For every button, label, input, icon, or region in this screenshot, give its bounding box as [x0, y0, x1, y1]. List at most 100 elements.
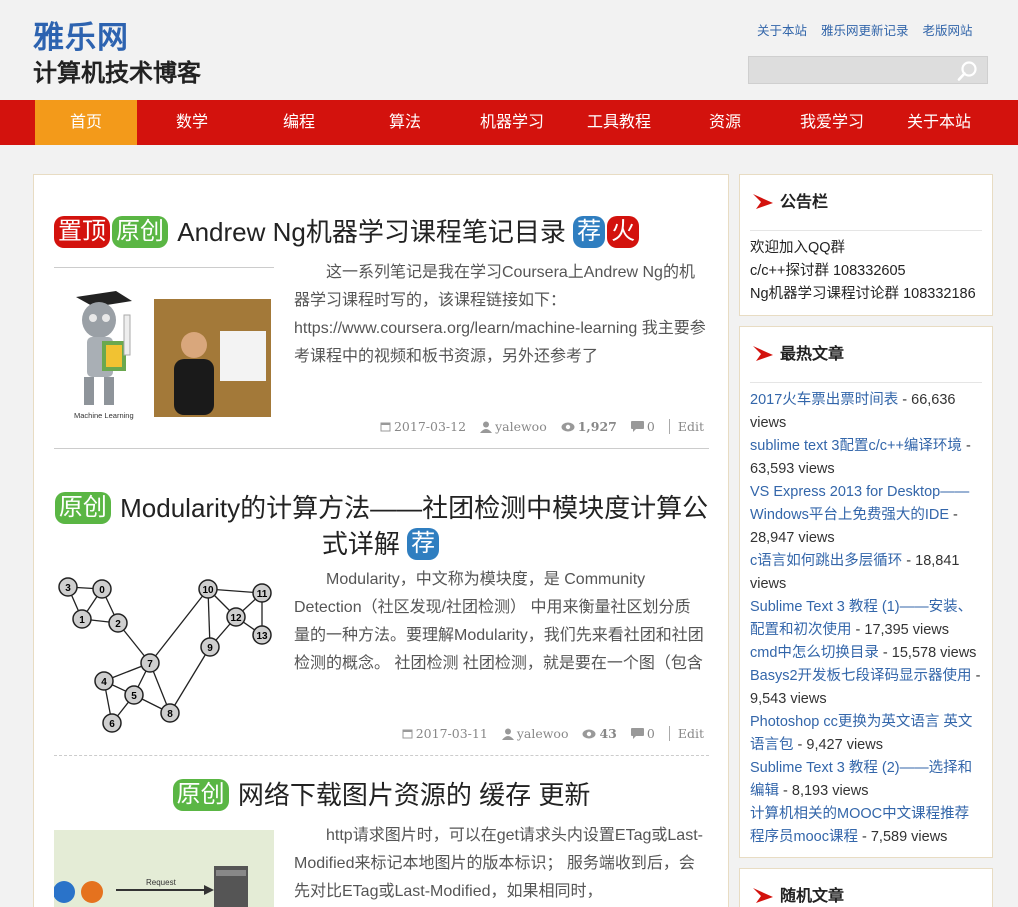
post-thumbnail[interactable]: Machine Learning	[54, 275, 274, 435]
graph-node-label: 11	[257, 589, 268, 600]
hot-post-link[interactable]: 2017火车票出票时间表	[750, 392, 898, 408]
post-views: 1,927	[561, 419, 617, 434]
notice-body: 欢迎加入QQ群 c/c++探讨群 108332605 Ng机器学习课程讨论群 1…	[750, 231, 982, 306]
arrow-icon	[753, 888, 773, 903]
post-meta: 2017-03-11 yalewoo 43 0 Edit	[402, 726, 704, 741]
post-excerpt: http请求图片时，可以在get请求头内设置ETag或Last-Modified…	[294, 827, 703, 900]
top-link-changelog[interactable]: 雅乐网更新记录	[821, 20, 909, 39]
top-link-about[interactable]: 关于本站	[757, 20, 807, 39]
nav-item-love-learning[interactable]: 我爱学习	[781, 100, 883, 145]
comment-icon	[630, 728, 644, 739]
hot-post-views: - 7,589 views	[857, 829, 948, 845]
graph-node-label: 8	[167, 709, 173, 720]
post-date: 2017-03-12	[380, 419, 466, 434]
machine-learning-thumbnail-image: Machine Learning	[54, 275, 274, 435]
search-box	[748, 56, 988, 84]
post-title[interactable]: 原创 网络下载图片资源的 缓存 更新	[54, 776, 709, 812]
hot-posts-widget: 最热文章 2017火车票出票时间表 - 66,636 views sublime…	[739, 326, 993, 858]
post-excerpt: Modularity，中文称为模块度，是 Community Detection…	[294, 571, 704, 672]
post-edit-link[interactable]: Edit	[668, 419, 704, 434]
hot-post-views: - 9,427 views	[793, 737, 883, 753]
hot-post-link[interactable]: VS Express 2013 for Desktop——Windows平台上免…	[750, 484, 969, 523]
post-date-text: 2017-03-11	[415, 726, 488, 741]
post-author[interactable]: yalewoo	[501, 726, 569, 741]
thumbnail-caption: Machine Learning	[74, 411, 134, 420]
badge-original: 原创	[54, 492, 111, 525]
post-comments[interactable]: 0	[630, 419, 655, 434]
post-views-text: 43	[599, 726, 617, 741]
post-title[interactable]: 原创 Modularity的计算方法——社团检测中模块度计算公式详解 荐	[54, 489, 709, 561]
graph-node-label: 9	[207, 643, 213, 654]
notice-line: 欢迎加入QQ群	[750, 240, 846, 256]
list-item: VS Express 2013 for Desktop——Windows平台上免…	[750, 481, 982, 550]
list-item: Basys2开发板七段译码显示器使用 - 9,543 views	[750, 665, 982, 711]
notice-line: c/c++探讨群 108332605	[750, 263, 906, 279]
widget-title-text: 最热文章	[780, 346, 845, 363]
list-item: Sublime Text 3 教程 (1)——安装、配置和初次使用 - 17,3…	[750, 596, 982, 642]
graph-node-label: 4	[101, 677, 107, 688]
hot-post-link[interactable]: c语言如何跳出多层循环	[750, 553, 902, 569]
nav-item-algorithm[interactable]: 算法	[354, 100, 456, 145]
nav-item-tool-tutorials[interactable]: 工具教程	[568, 100, 670, 145]
hot-posts-list: 2017火车票出票时间表 - 66,636 views sublime text…	[750, 383, 982, 849]
graph-node-label: 3	[65, 583, 71, 594]
graph-node-label: 1	[79, 615, 85, 626]
widget-title-text: 随机文章	[780, 888, 845, 905]
search-input[interactable]	[749, 57, 949, 83]
site-name[interactable]: 雅乐网	[33, 12, 129, 57]
post-date: 2017-03-11	[402, 726, 488, 741]
graph-node-label: 2	[115, 619, 121, 630]
user-icon	[480, 421, 493, 433]
post-title-text[interactable]: 网络下载图片资源的 缓存 更新	[238, 780, 590, 810]
widget-title: 最热文章	[750, 327, 982, 383]
badge-hot: 火	[607, 216, 640, 249]
nav-item-machine-learning[interactable]: 机器学习	[461, 100, 563, 145]
widget-title: 公告栏	[750, 175, 982, 231]
user-icon	[501, 728, 514, 740]
hot-post-link[interactable]: Basys2开发板七段译码显示器使用	[750, 668, 972, 684]
post-thumbnail[interactable]: 0 1 2 3 4 5 6 7 8 9 10 11 12 13	[54, 573, 274, 733]
list-item: 计算机相关的MOOC中文课程推荐 程序员mooc课程 - 7,589 views	[750, 803, 982, 849]
list-item: Sublime Text 3 教程 (2)——选择和编辑 - 8,193 vie…	[750, 757, 982, 803]
post-thumbnail[interactable]: Request	[54, 830, 274, 907]
post-title[interactable]: 置顶 原创 Andrew Ng机器学习课程笔记目录 荐火	[54, 213, 709, 249]
post-list: 置顶 原创 Andrew Ng机器学习课程笔记目录 荐火 Machine Lear…	[33, 174, 729, 907]
search-icon[interactable]	[957, 60, 979, 82]
comment-icon	[630, 421, 644, 432]
graph-node-label: 7	[147, 659, 153, 670]
nav-item-programming[interactable]: 编程	[248, 100, 350, 145]
post-title-text[interactable]: Andrew Ng机器学习课程笔记目录	[177, 217, 566, 247]
graph-node-label: 12	[230, 613, 242, 624]
list-item: Photoshop cc更换为英文语言 英文语言包 - 9,427 views	[750, 711, 982, 757]
nav-item-home[interactable]: 首页	[35, 100, 137, 145]
graph-edge	[169, 646, 211, 714]
list-item: 2017火车票出票时间表 - 66,636 views	[750, 389, 982, 435]
post-item: 置顶 原创 Andrew Ng机器学习课程笔记目录 荐火	[54, 213, 709, 249]
post-edit-link[interactable]: Edit	[668, 726, 704, 741]
nav-item-resources[interactable]: 资源	[674, 100, 776, 145]
post-views-text: 1,927	[577, 419, 617, 434]
hot-post-views: - 15,578 views	[878, 645, 977, 661]
badge-pinned: 置顶	[54, 216, 110, 249]
graph-node-label: 6	[109, 719, 115, 730]
badge-recommended: 荐	[573, 216, 606, 249]
divider	[54, 267, 274, 268]
post-author-text: yalewoo	[516, 726, 569, 741]
post-comments-text: 0	[646, 419, 655, 434]
post-comments[interactable]: 0	[630, 726, 655, 741]
graph-node-label: 13	[256, 631, 268, 642]
post-comments-text: 0	[646, 726, 655, 741]
hot-post-link[interactable]: sublime text 3配置c/c++编译环境	[750, 438, 962, 454]
post-date-text: 2017-03-12	[393, 419, 467, 434]
graph-node-label: 10	[202, 585, 214, 596]
post-meta: 2017-03-12 yalewoo 1,927 0 Edit	[380, 419, 704, 434]
nav-item-about[interactable]: 关于本站	[888, 100, 990, 145]
hot-post-link[interactable]: cmd中怎么切换目录	[750, 645, 879, 661]
nav-item-math[interactable]: 数学	[141, 100, 243, 145]
post-author[interactable]: yalewoo	[480, 419, 547, 434]
graph-node-label: 0	[99, 585, 105, 596]
random-posts-widget: 随机文章	[739, 868, 993, 907]
post-author-text: yalewoo	[495, 419, 547, 434]
top-link-old-site[interactable]: 老版网站	[923, 20, 973, 39]
calendar-icon	[402, 729, 413, 739]
